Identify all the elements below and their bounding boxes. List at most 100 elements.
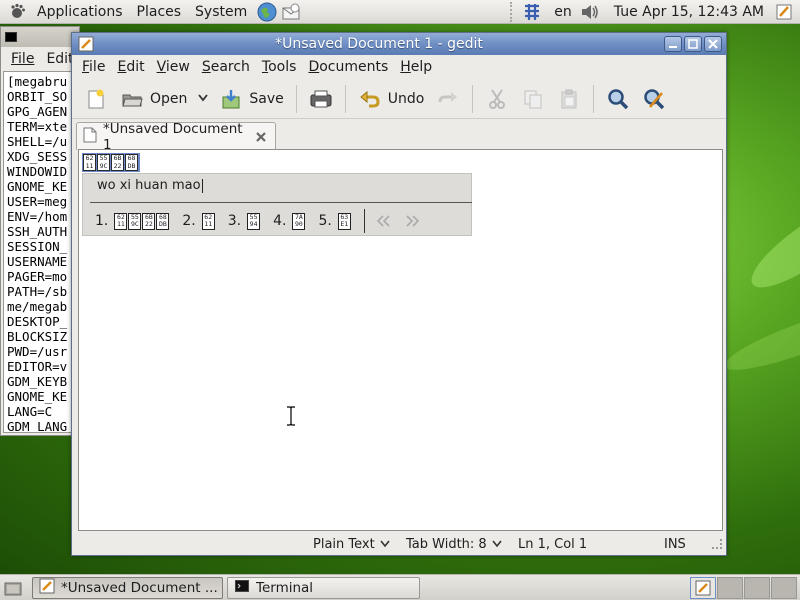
terminal-line: GNOME_KE [7,389,68,404]
menubar: File Edit View Search Tools Documents He… [72,55,726,79]
ime-candidate-2[interactable]: 2. 62 11 [182,212,215,230]
paste-button[interactable] [551,83,587,115]
terminal-titlebar[interactable] [1,27,79,47]
terminal-menu-edit[interactable]: Edit [46,51,73,67]
open-folder-icon [120,87,144,111]
undo-button[interactable]: Undo [352,83,431,115]
workspace-3[interactable] [744,576,770,599]
find-replace-icon [642,87,666,111]
terminal-window[interactable]: File Edit [megabru ORBIT_SO GPG_AGEN TERM=x… [0,26,80,436]
ime-candidate-5[interactable]: 5. 63 E1 [318,212,351,230]
applications-menu[interactable]: Applications [30,4,130,20]
tab-unsaved-document-1[interactable]: *Unsaved Document 1 [76,121,276,153]
copy-icon [521,87,545,111]
redo-icon [436,87,460,111]
workspace-1[interactable] [690,576,716,599]
web-browser-launcher-icon[interactable] [256,1,278,23]
new-button[interactable] [78,83,114,115]
language-selector-label: Plain Text [313,536,375,552]
ime-preedit-string: wo xi huan mao [97,178,201,193]
taskbar-item-gedit[interactable]: *Unsaved Document ... [32,576,223,599]
chevron-down-icon [492,537,502,552]
chevron-down-icon [380,537,390,552]
taskbar-item-label: Terminal [256,579,314,596]
open-button[interactable]: Open [114,83,193,115]
minimize-button[interactable] [664,36,682,52]
menu-documents[interactable]: Documents [302,59,394,75]
insert-mode-indicator: INS [664,536,686,552]
copy-button[interactable] [515,83,551,115]
tab-width-selector[interactable]: Tab Width: 8 [406,537,502,552]
tab-width-label: Tab Width: 8 [406,536,487,552]
taskbar-item-label: *Unsaved Document ... [61,579,218,596]
terminal-output[interactable]: [megabru ORBIT_SO GPG_AGEN TERM=xte SHELL=/u… [3,71,79,433]
workspace-switcher [689,576,797,599]
system-menu[interactable]: System [188,4,254,20]
terminal-menu-file[interactable]: File [11,51,34,67]
workspace-4[interactable] [771,576,797,599]
terminal-line: LANG=C [7,404,53,419]
workspace-2[interactable] [717,576,743,599]
resize-grip[interactable] [712,539,722,549]
ime-candidate-index: 2. [182,213,196,229]
maximize-button[interactable] [684,36,702,52]
gnome-foot-icon[interactable] [6,0,30,24]
paste-icon [557,87,581,111]
terminal-line: GDM_LANG [7,419,68,433]
chevron-down-icon [197,91,209,107]
volume-icon[interactable] [578,1,602,23]
redo-button[interactable] [430,83,466,115]
menu-help[interactable]: Help [394,59,438,75]
terminal-line: PATH=/sb [7,284,68,299]
terminal-line: me/megab [7,299,68,314]
language-selector[interactable]: Plain Text [313,537,390,552]
cursor-position: Ln 1, Col 1 [518,536,588,552]
missing-glyph-box: 62 11 [201,212,215,230]
open-recent-dropdown[interactable] [193,83,213,115]
save-icon [219,87,243,111]
undo-button-label: Undo [387,90,425,107]
menu-view[interactable]: View [151,59,196,75]
ime-candidate-4[interactable]: 4. 7A 90 [273,212,306,230]
clock[interactable]: Tue Apr 15, 12:43 AM [614,4,764,20]
gedit-app-icon[interactable] [78,36,94,52]
cut-button[interactable] [479,83,515,115]
missing-glyph-box: 68 DB [156,212,170,230]
gedit-titlebar[interactable]: *Unsaved Document 1 - gedit [72,33,726,55]
terminal-icon [5,32,17,42]
save-button[interactable]: Save [213,83,289,115]
find-replace-button[interactable] [636,83,672,115]
close-button[interactable] [704,36,722,52]
notes-applet-icon[interactable] [772,1,796,23]
terminal-line: ORBIT_SO [7,89,68,104]
new-document-icon [84,87,108,111]
ime-next-page-icon[interactable] [401,212,423,230]
menu-file[interactable]: File [76,59,111,75]
mail-launcher-icon[interactable] [280,1,302,23]
ime-prev-page-icon[interactable] [373,212,395,230]
taskbar-item-terminal[interactable]: Terminal [227,576,420,599]
terminal-line: USERNAME [7,254,68,269]
menu-edit[interactable]: Edit [111,59,150,75]
missing-glyph-box: 6B 22 [142,212,156,230]
menu-tools[interactable]: Tools [256,59,303,75]
missing-glyph-box: 62 11 [114,212,128,230]
ime-candidate-1[interactable]: 1. 62 11 55 9C 6B 22 68 DB [95,212,170,230]
terminal-line: ENV=/hom [7,209,68,224]
show-desktop-icon[interactable] [2,577,24,599]
missing-glyph-box: 63 E1 [337,212,351,230]
input-method-icon[interactable] [520,1,544,23]
ime-candidate-3[interactable]: 3. 55 94 [227,212,261,230]
keyboard-layout-indicator[interactable]: en [554,4,572,20]
find-button[interactable] [600,83,636,115]
ime-candidate-index: 3. [227,213,242,229]
terminal-line: SSH_AUTH [7,224,68,239]
terminal-line: PWD=/usr [7,344,68,359]
tab-close-icon[interactable] [253,129,269,145]
terminal-line: PAGER=mo [7,269,68,284]
input-method-candidate-window: wo xi huan mao 1. 62 11 55 9C 6B 22 68 DB 2. 62 11 3… [82,173,472,236]
print-button[interactable] [303,83,339,115]
menu-search[interactable]: Search [196,59,256,75]
gedit-window[interactable]: *Unsaved Document 1 - gedit File Edit Vi… [71,32,727,556]
places-menu[interactable]: Places [130,4,189,20]
